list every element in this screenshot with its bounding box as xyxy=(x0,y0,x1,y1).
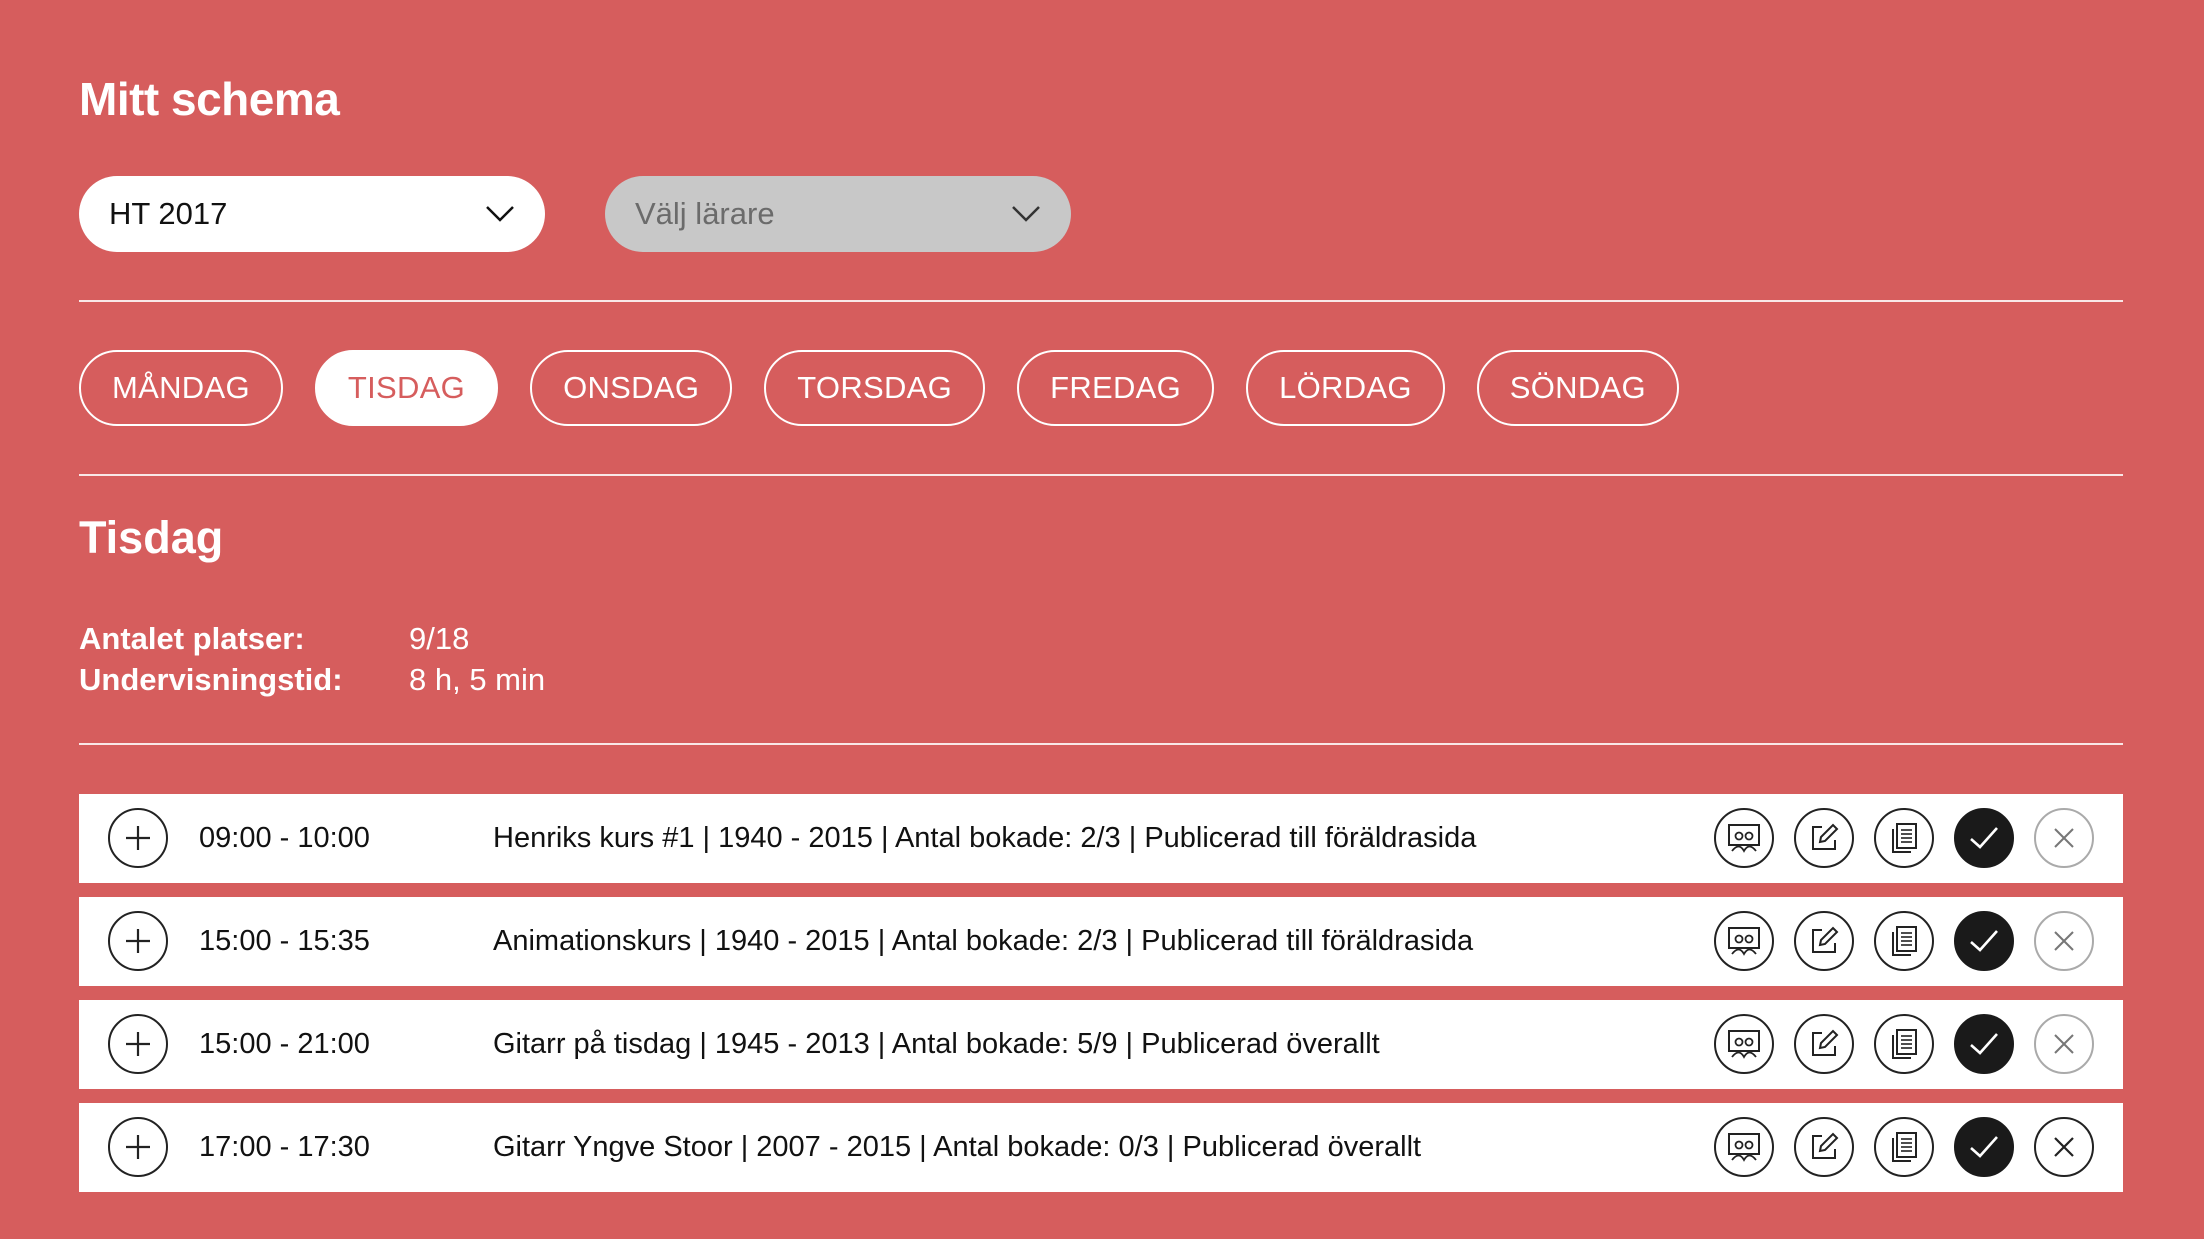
students-button[interactable] xyxy=(1714,1014,1774,1074)
edit-button[interactable] xyxy=(1794,1014,1854,1074)
day-stats: Antalet platser: 9/18 Undervisningstid: … xyxy=(79,618,545,700)
lesson-description: Gitarr på tisdag | 1945 - 2013 | Antal b… xyxy=(493,1028,1380,1060)
stat-value: 9/18 xyxy=(409,621,470,656)
edit-icon xyxy=(1808,1028,1840,1060)
check-icon xyxy=(1968,1031,2000,1057)
tab-lördag[interactable]: LÖRDAG xyxy=(1246,350,1445,426)
cancel-button[interactable] xyxy=(2034,1014,2094,1074)
expand-button[interactable] xyxy=(108,808,168,868)
lesson-row: 17:00 - 17:30 Gitarr Yngve Stoor | 2007 -… xyxy=(79,1103,2123,1192)
copy-icon xyxy=(1889,1131,1919,1163)
lesson-time: 15:00 - 15:35 xyxy=(199,925,370,957)
divider xyxy=(79,474,2123,476)
lesson-row: 15:00 - 15:35 Animationskurs | 1940 - 201… xyxy=(79,897,2123,986)
lesson-row: 09:00 - 10:00 Henriks kurs #1 | 1940 - 20… xyxy=(79,794,2123,883)
lesson-list: 09:00 - 10:00 Henriks kurs #1 | 1940 - 20… xyxy=(79,794,2123,1206)
stat-row-seats: Antalet platser: 9/18 xyxy=(79,618,545,659)
approve-button[interactable] xyxy=(1954,1014,2014,1074)
copy-icon xyxy=(1889,925,1919,957)
lesson-actions xyxy=(1714,1117,2094,1177)
filter-bar: HT 2017 Välj lärare xyxy=(79,176,1071,252)
lesson-actions xyxy=(1714,808,2094,868)
check-icon xyxy=(1968,1134,2000,1160)
plus-icon xyxy=(122,1028,154,1060)
divider xyxy=(79,743,2123,745)
tab-torsdag[interactable]: TORSDAG xyxy=(764,350,986,426)
lesson-description: Gitarr Yngve Stoor | 2007 - 2015 | Antal… xyxy=(493,1131,1422,1163)
students-icon xyxy=(1727,926,1761,956)
teacher-select-placeholder: Välj lärare xyxy=(635,196,775,231)
check-icon xyxy=(1968,825,2000,851)
copy-button[interactable] xyxy=(1874,808,1934,868)
chevron-down-icon xyxy=(1011,205,1041,223)
students-button[interactable] xyxy=(1714,911,1774,971)
edit-icon xyxy=(1808,925,1840,957)
students-icon xyxy=(1727,1029,1761,1059)
close-icon xyxy=(2052,929,2076,953)
lesson-description: Animationskurs | 1940 - 2015 | Antal bok… xyxy=(493,925,1474,957)
lesson-time: 15:00 - 21:00 xyxy=(199,1028,370,1060)
copy-icon xyxy=(1889,822,1919,854)
lesson-time: 09:00 - 10:00 xyxy=(199,822,370,854)
edit-button[interactable] xyxy=(1794,1117,1854,1177)
check-icon xyxy=(1968,928,2000,954)
approve-button[interactable] xyxy=(1954,808,2014,868)
students-icon xyxy=(1727,1132,1761,1162)
edit-button[interactable] xyxy=(1794,808,1854,868)
lesson-time: 17:00 - 17:30 xyxy=(199,1131,370,1163)
expand-button[interactable] xyxy=(108,911,168,971)
day-tabs: MÅNDAG TISDAG ONSDAG TORSDAG FREDAG LÖRDAG SÖN… xyxy=(79,350,1679,426)
close-icon xyxy=(2052,826,2076,850)
close-icon xyxy=(2052,1032,2076,1056)
tab-fredag[interactable]: FREDAG xyxy=(1017,350,1215,426)
stat-label: Antalet platser: xyxy=(79,621,305,656)
expand-button[interactable] xyxy=(108,1117,168,1177)
lesson-row: 15:00 - 21:00 Gitarr på tisdag | 1945 - 2… xyxy=(79,1000,2123,1089)
tab-onsdag[interactable]: ONSDAG xyxy=(530,350,733,426)
students-button[interactable] xyxy=(1714,808,1774,868)
stat-label: Undervisningstid: xyxy=(79,662,343,697)
cancel-button[interactable] xyxy=(2034,808,2094,868)
students-icon xyxy=(1727,823,1761,853)
plus-icon xyxy=(122,1131,154,1163)
day-title: Tisdag xyxy=(79,512,224,563)
divider xyxy=(79,300,2123,302)
tab-söndag[interactable]: SÖNDAG xyxy=(1476,350,1679,426)
copy-icon xyxy=(1889,1028,1919,1060)
page-title: Mitt schema xyxy=(79,73,340,125)
copy-button[interactable] xyxy=(1874,1117,1934,1177)
edit-icon xyxy=(1808,1131,1840,1163)
lesson-actions xyxy=(1714,1014,2094,1074)
copy-button[interactable] xyxy=(1874,911,1934,971)
lesson-description: Henriks kurs #1 | 1940 - 2015 | Antal bo… xyxy=(493,822,1477,854)
teacher-select[interactable]: Välj lärare xyxy=(605,176,1071,252)
tab-måndag[interactable]: MÅNDAG xyxy=(79,350,283,426)
cancel-button[interactable] xyxy=(2034,911,2094,971)
edit-icon xyxy=(1808,822,1840,854)
expand-button[interactable] xyxy=(108,1014,168,1074)
schedule-page: Mitt schema HT 2017 Välj lärare MÅNDAG TI… xyxy=(0,0,2204,1239)
term-select[interactable]: HT 2017 xyxy=(79,176,545,252)
approve-button[interactable] xyxy=(1954,911,2014,971)
students-button[interactable] xyxy=(1714,1117,1774,1177)
copy-button[interactable] xyxy=(1874,1014,1934,1074)
cancel-button[interactable] xyxy=(2034,1117,2094,1177)
chevron-down-icon xyxy=(485,205,515,223)
tab-tisdag[interactable]: TISDAG xyxy=(314,350,499,426)
approve-button[interactable] xyxy=(1954,1117,2014,1177)
close-icon xyxy=(2052,1135,2076,1159)
stat-row-teaching-time: Undervisningstid: 8 h, 5 min xyxy=(79,659,545,700)
lesson-actions xyxy=(1714,911,2094,971)
edit-button[interactable] xyxy=(1794,911,1854,971)
plus-icon xyxy=(122,822,154,854)
stat-value: 8 h, 5 min xyxy=(409,662,546,697)
plus-icon xyxy=(122,925,154,957)
term-select-value: HT 2017 xyxy=(109,196,228,231)
